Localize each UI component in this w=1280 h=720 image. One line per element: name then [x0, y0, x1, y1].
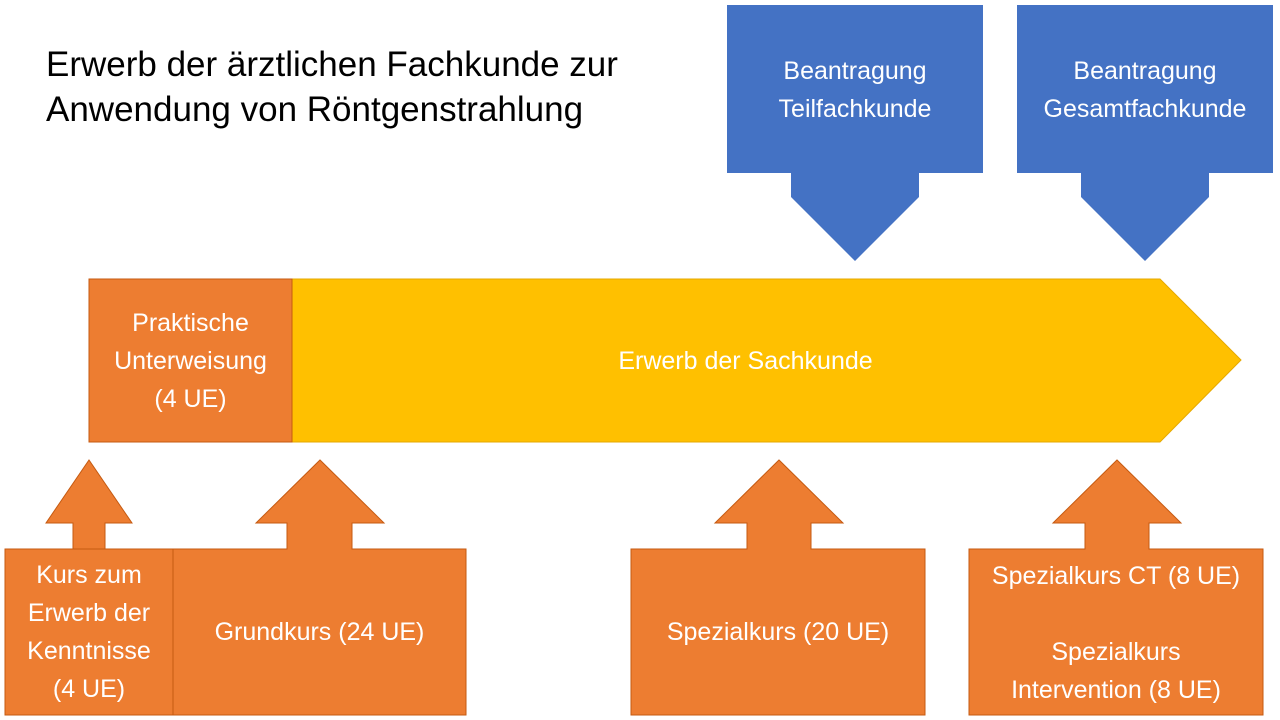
gesamtfachkunde-label-line-2: Gesamtfachkunde: [1043, 95, 1247, 123]
practical-instruction-line-3: (4 UE): [154, 384, 227, 413]
gesamtfachkunde-callout-shape: [1017, 5, 1273, 261]
kenntnisse-course-line-3: Kenntnisse: [27, 637, 151, 665]
teilfachkunde-label-line-2: Teilfachkunde: [778, 95, 932, 123]
teilfachkunde-callout-shape: [727, 5, 983, 261]
spezialkurs-label-text: Spezialkurs (20 UE): [666, 618, 890, 646]
kenntnisse-course-line-4: (4 UE): [52, 675, 126, 703]
kenntnisse-course-line-1: Kurs zum: [36, 561, 142, 589]
gesamtfachkunde-label: Beantragung Gesamtfachkunde: [1017, 52, 1273, 128]
gesamtfachkunde-label-line-1: Beantragung: [1073, 57, 1217, 85]
spezialkurs-intervention-line-1: Spezialkurs: [1051, 638, 1181, 666]
teilfachkunde-label-line-1: Beantragung: [783, 57, 927, 85]
spezialkurs-intervention-line-2: Intervention (8 UE): [1011, 676, 1221, 704]
page-title-line-1: Erwerb der ärztlichen Fachkunde zur: [46, 45, 618, 84]
practical-instruction-label: Praktische Unterweisung (4 UE): [89, 279, 292, 442]
practical-instruction-line-1: Praktische: [132, 308, 249, 337]
sachkunde-label-text: Erwerb der Sachkunde: [618, 346, 873, 375]
kenntnisse-course-label: Kurs zum Erwerb der Kenntnisse (4 UE): [5, 556, 173, 708]
kenntnisse-course-line-2: Erwerb der: [27, 599, 151, 627]
sachkunde-label: Erwerb der Sachkunde: [292, 279, 1199, 442]
teilfachkunde-label: Beantragung Teilfachkunde: [727, 52, 983, 128]
practical-instruction-line-2: Unterweisung: [114, 346, 267, 375]
spezialkurs-label: Spezialkurs (20 UE): [631, 549, 925, 715]
spezialkurs-ct-label-text: Spezialkurs CT (8 UE): [991, 562, 1241, 590]
grundkurs-label: Grundkurs (24 UE): [173, 549, 466, 715]
spezialkurs-ct-label: Spezialkurs CT (8 UE): [969, 557, 1263, 595]
grundkurs-label-text: Grundkurs (24 UE): [214, 618, 425, 646]
page-title-line-2: Anwendung von Röntgenstrahlung: [46, 90, 584, 129]
spezialkurs-intervention-label: Spezialkurs Intervention (8 UE): [969, 633, 1263, 709]
page-title: Erwerb der ärztlichen Fachkunde zur Anwe…: [46, 42, 726, 132]
